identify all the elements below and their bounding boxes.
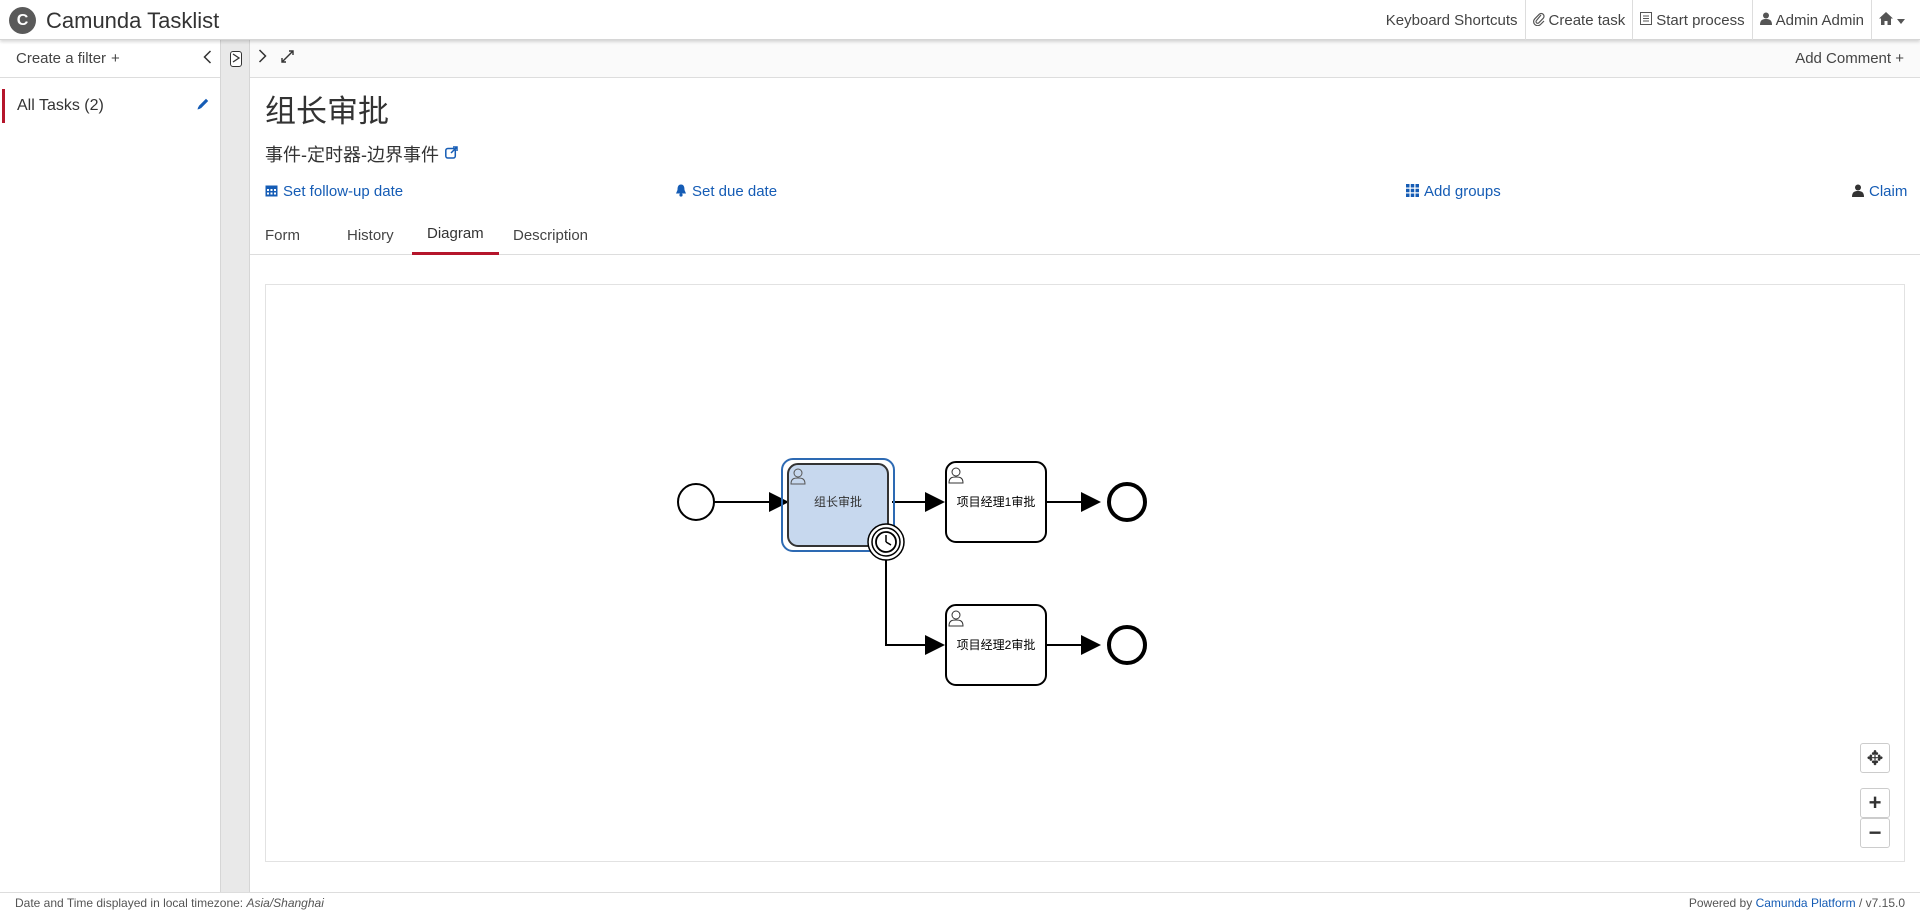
collapse-sidebar-button[interactable] xyxy=(203,49,212,68)
timezone-value: Asia/Shanghai xyxy=(246,895,324,910)
tab-history[interactable]: History xyxy=(332,215,409,255)
task-label: 项目经理2审批 xyxy=(957,637,1036,652)
tab-label: Form xyxy=(265,226,300,244)
create-filter-label: Create a filter xyxy=(16,50,107,67)
create-task-link[interactable]: Create task xyxy=(1524,0,1633,40)
plus-icon: + xyxy=(111,50,120,67)
top-navbar: C Camunda Tasklist Keyboard Shortcuts Cr… xyxy=(0,0,1920,40)
task-tabs: Form History Diagram Description xyxy=(250,215,1920,255)
claim-link[interactable]: Claim xyxy=(1852,183,1907,200)
end-event[interactable] xyxy=(1107,625,1147,665)
keyboard-shortcuts-link[interactable]: Keyboard Shortcuts xyxy=(1379,0,1525,40)
task-label: 组长审批 xyxy=(814,494,862,509)
set-due-date-link[interactable]: Set due date xyxy=(675,183,777,200)
zoom-in-button[interactable]: + xyxy=(1860,788,1890,818)
timer-boundary-event[interactable] xyxy=(867,523,905,561)
chevron-left-icon xyxy=(203,49,212,64)
version-text: / v7.15.0 xyxy=(1858,895,1905,910)
start-process-label: Start process xyxy=(1656,11,1745,29)
external-link-icon[interactable] xyxy=(445,145,458,163)
footer: Date and Time displayed in local timezon… xyxy=(0,892,1920,912)
add-groups-link[interactable]: Add groups xyxy=(1406,183,1501,200)
minus-icon: − xyxy=(1868,820,1882,845)
panel-splitter[interactable] xyxy=(220,40,250,892)
set-follow-up-date-link[interactable]: Set follow-up date xyxy=(265,183,403,200)
powered-by: Powered by Camunda Platform / v7.15.0 xyxy=(1689,896,1905,910)
caret-down-icon xyxy=(1897,12,1905,28)
expand-panel-button[interactable] xyxy=(258,49,267,68)
chevron-right-icon xyxy=(258,49,267,63)
claim-label: Claim xyxy=(1869,183,1908,200)
app-title: Camunda Tasklist xyxy=(46,7,220,33)
clock-icon xyxy=(875,531,897,553)
zoom-out-button[interactable]: − xyxy=(1860,818,1890,848)
tab-label: History xyxy=(347,226,394,244)
camunda-logo-icon: C xyxy=(9,7,36,34)
tab-label: Description xyxy=(513,226,589,244)
user-icon xyxy=(1759,12,1772,28)
tab-form[interactable]: Form xyxy=(250,215,315,255)
grid-icon xyxy=(1406,183,1419,200)
filter-label: All Tasks (2) xyxy=(17,97,104,114)
paperclip-icon xyxy=(1532,12,1545,29)
process-name: 事件-定时器-边界事件 xyxy=(265,141,458,167)
timezone-text: Date and Time displayed in local timezon… xyxy=(15,895,244,910)
top-nav: Keyboard Shortcuts Create task Start pro… xyxy=(1379,0,1912,40)
filter-sidebar: Create a filter + All Tasks (2) xyxy=(0,40,220,892)
fullscreen-button[interactable] xyxy=(281,49,294,68)
task-detail-panel: Add Comment + 组长审批 事件-定时器-边界事件 Set follo… xyxy=(250,40,1920,892)
due-date-label: Set due date xyxy=(692,183,778,200)
create-task-label: Create task xyxy=(1548,11,1626,29)
edit-filter-icon[interactable] xyxy=(196,97,210,115)
task-pm1-approval[interactable]: 项目经理1审批 xyxy=(945,461,1047,543)
user-icon xyxy=(1852,184,1864,200)
home-icon xyxy=(1879,12,1893,28)
tab-label: Diagram xyxy=(427,225,484,242)
user-menu[interactable]: Admin Admin xyxy=(1751,0,1871,40)
sidebar-header: Create a filter + xyxy=(0,40,220,78)
bpmn-diagram[interactable]: 组长审批 项目经理1审批 项目经理2审批 ✥ + − xyxy=(265,284,1905,862)
calendar-icon xyxy=(265,184,278,200)
powered-by-text: Powered by xyxy=(1688,895,1753,910)
plus-icon: + xyxy=(1895,50,1904,67)
add-comment-label: Add Comment xyxy=(1795,50,1892,67)
splitter-handle-icon[interactable] xyxy=(230,51,242,67)
task-label: 项目经理1审批 xyxy=(957,494,1036,509)
timer-flow xyxy=(885,554,945,655)
task-title: 组长审批 xyxy=(265,94,389,129)
task-toolbar: Add Comment + xyxy=(250,40,1920,78)
timezone-note: Date and Time displayed in local timezon… xyxy=(15,896,324,910)
move-icon: ✥ xyxy=(1866,747,1884,770)
tab-description[interactable]: Description xyxy=(498,215,603,255)
filter-item-all-tasks[interactable]: All Tasks (2) xyxy=(2,89,218,123)
create-filter-button[interactable]: Create a filter + xyxy=(16,50,120,67)
add-comment-button[interactable]: Add Comment + xyxy=(1795,50,1904,67)
start-event[interactable] xyxy=(677,483,715,521)
start-process-link[interactable]: Start process xyxy=(1632,0,1751,40)
follow-up-label: Set follow-up date xyxy=(283,183,404,200)
add-groups-label: Add groups xyxy=(1424,183,1501,200)
home-menu[interactable] xyxy=(1871,0,1912,40)
task-pm2-approval[interactable]: 项目经理2审批 xyxy=(945,604,1047,686)
end-event[interactable] xyxy=(1107,482,1147,522)
platform-link[interactable]: Camunda Platform xyxy=(1756,896,1856,910)
zoom-reset-button[interactable]: ✥ xyxy=(1860,743,1890,773)
bpmn-canvas: 组长审批 项目经理1审批 项目经理2审批 xyxy=(677,458,1147,686)
list-alt-icon xyxy=(1640,12,1653,28)
brand[interactable]: C Camunda Tasklist xyxy=(9,7,219,34)
process-name-label: 事件-定时器-边界事件 xyxy=(265,145,439,165)
bell-icon xyxy=(675,184,687,200)
tab-diagram[interactable]: Diagram xyxy=(412,215,499,255)
resize-full-icon xyxy=(281,49,294,63)
user-name: Admin Admin xyxy=(1775,11,1864,29)
keyboard-shortcuts-label: Keyboard Shortcuts xyxy=(1385,11,1518,29)
plus-icon: + xyxy=(1868,790,1882,815)
